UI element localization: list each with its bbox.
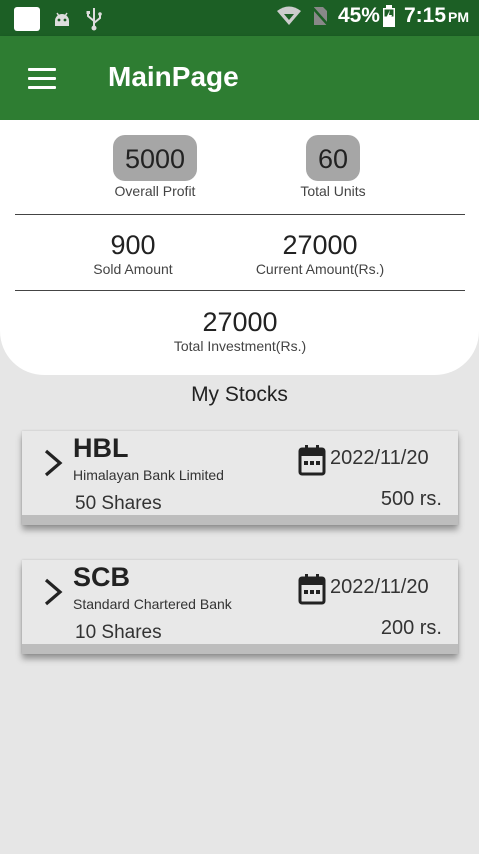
total-investment-stat: 27000 Total Investment(Rs.)	[140, 306, 340, 354]
status-left-icons	[14, 6, 104, 32]
stock-date: 2022/11/20	[330, 576, 429, 598]
stock-date: 2022/11/20	[330, 447, 429, 469]
clock-ampm: PM	[448, 9, 469, 25]
sold-amount-value: 900	[110, 230, 156, 260]
stock-amount: 500 rs.	[380, 488, 442, 510]
stock-name: Himalayan Bank Limited	[73, 467, 224, 483]
app-square-icon	[14, 7, 40, 31]
chevron-right-icon	[44, 449, 63, 477]
overall-profit-stat: 5000 Overall Profit	[80, 135, 230, 199]
stock-name: Standard Chartered Bank	[73, 596, 232, 612]
stock-shares: 50 Shares	[75, 493, 162, 514]
summary-divider-2	[15, 290, 465, 291]
sold-amount-stat: 900 Sold Amount	[58, 229, 208, 277]
stock-card-scb[interactable]: SCB Standard Chartered Bank 10 Shares 20…	[22, 560, 458, 654]
stock-card-hbl[interactable]: HBL Himalayan Bank Limited 50 Shares 202…	[22, 431, 458, 525]
stock-shares: 10 Shares	[75, 622, 162, 643]
calendar-icon	[298, 445, 326, 476]
summary-card: 5000 Overall Profit 60 Total Units 900 S…	[0, 120, 479, 375]
total-units-value: 60	[305, 135, 361, 181]
total-investment-value: 27000	[202, 307, 278, 337]
total-units-stat: 60 Total Units	[258, 135, 408, 199]
wifi-icon	[276, 6, 301, 25]
overall-profit-value: 5000	[112, 135, 198, 181]
battery-charging-icon	[382, 5, 395, 27]
total-units-label: Total Units	[300, 183, 366, 199]
no-sim-icon	[311, 6, 330, 27]
hamburger-menu-icon[interactable]	[28, 68, 56, 90]
current-amount-value: 27000	[282, 230, 358, 260]
current-amount-stat: 27000 Current Amount(Rs.)	[230, 229, 410, 277]
stock-amount: 200 rs.	[380, 617, 442, 639]
page-title: MainPage	[108, 61, 239, 92]
calendar-icon	[298, 574, 326, 605]
app-bar: MainPage	[0, 36, 479, 120]
my-stocks-heading: My Stocks	[191, 383, 288, 406]
total-investment-label: Total Investment(Rs.)	[173, 338, 307, 354]
battery-percentage: 45%	[337, 4, 380, 27]
current-amount-label: Current Amount(Rs.)	[255, 261, 385, 277]
status-right-icons: 45% 7:15 PM	[276, 4, 469, 28]
usb-icon	[86, 8, 102, 31]
clock: 7:15 PM	[404, 4, 469, 28]
status-bar: 45% 7:15 PM	[0, 0, 479, 36]
sold-amount-label: Sold Amount	[93, 261, 173, 277]
stock-ticker: HBL	[73, 433, 129, 463]
overall-profit-label: Overall Profit	[114, 183, 196, 199]
stock-ticker: SCB	[73, 562, 131, 592]
android-icon	[55, 12, 69, 26]
chevron-right-icon	[44, 578, 63, 606]
clock-time: 7:15	[403, 4, 446, 27]
summary-divider-1	[15, 214, 465, 215]
